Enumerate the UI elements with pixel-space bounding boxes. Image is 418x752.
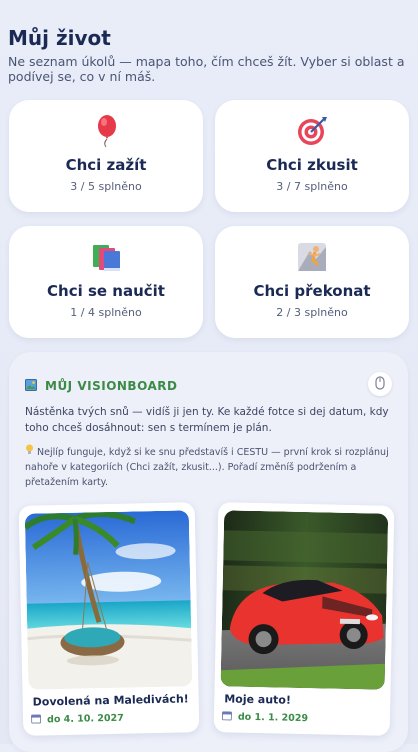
vision-card[interactable]: Moje auto! do 1. 1. 2029 [213, 502, 395, 736]
page-title: Můj život [8, 26, 111, 50]
category-label: Chci překonat [253, 282, 371, 300]
calendar-icon [31, 713, 42, 726]
vision-card-photo-car [220, 510, 389, 690]
vision-card[interactable]: Dovolená na Maledivách! do 4. 10. 2027 [18, 502, 200, 736]
vision-card-date: do 4. 10. 2027 [31, 712, 124, 727]
visionboard-tip-text: Nejlíp funguje, když si ke snu představí… [25, 447, 389, 488]
visionboard-add-button[interactable] [368, 372, 392, 396]
category-count: 1 / 4 splněno [70, 306, 142, 319]
category-tile-chci-se-naucit[interactable]: Chci se naučit 1 / 4 splněno [9, 226, 203, 338]
category-tile-chci-zazit[interactable]: Chci zažít 3 / 5 splněno [9, 100, 203, 212]
page: Můj život Ne seznam úkolů — mapa toho, č… [0, 0, 418, 752]
vision-card-title: Dovolená na Maledivách! [32, 692, 189, 709]
lightbulb-icon [25, 444, 37, 458]
category-label: Chci se naučit [47, 282, 165, 300]
page-subtitle: Ne seznam úkolů — mapa toho, čím chceš ž… [8, 54, 405, 84]
category-label: Chci zažít [65, 156, 147, 174]
vision-card-title: Moje auto! [224, 692, 292, 707]
vision-card-date: do 1. 1. 2029 [221, 710, 309, 725]
category-tile-chci-prekonat[interactable]: Chci překonat 2 / 3 splněno [215, 226, 409, 338]
target-icon [215, 114, 409, 148]
vision-card-date-text: do 4. 10. 2027 [46, 712, 124, 726]
category-tile-chci-zkusit[interactable]: Chci zkusit 3 / 7 splněno [215, 100, 409, 212]
category-label: Chci zkusit [266, 156, 358, 174]
visionboard-description: Nástěnka tvých snů — vidíš ji jen ty. Ke… [25, 406, 389, 434]
mouse-icon [375, 375, 385, 394]
visionboard-header: MŮJ VISIONBOARD [25, 376, 177, 395]
visionboard-section: MŮJ VISIONBOARD Nástěnka tvých snů — vid… [9, 352, 408, 752]
category-count: 3 / 5 splněno [70, 180, 142, 193]
balloon-icon [9, 114, 203, 148]
vision-card-photo-beach [24, 510, 193, 690]
picture-icon [25, 376, 37, 395]
books-icon [9, 240, 203, 274]
category-count: 2 / 3 splněno [276, 306, 348, 319]
visionboard-tip: Nejlíp funguje, když si ke snu představí… [25, 444, 393, 490]
category-count: 3 / 7 splněno [276, 180, 348, 193]
climber-icon [215, 240, 409, 274]
vision-card-date-text: do 1. 1. 2029 [237, 711, 309, 725]
visionboard-title: MŮJ VISIONBOARD [45, 378, 178, 393]
calendar-icon [221, 710, 233, 723]
